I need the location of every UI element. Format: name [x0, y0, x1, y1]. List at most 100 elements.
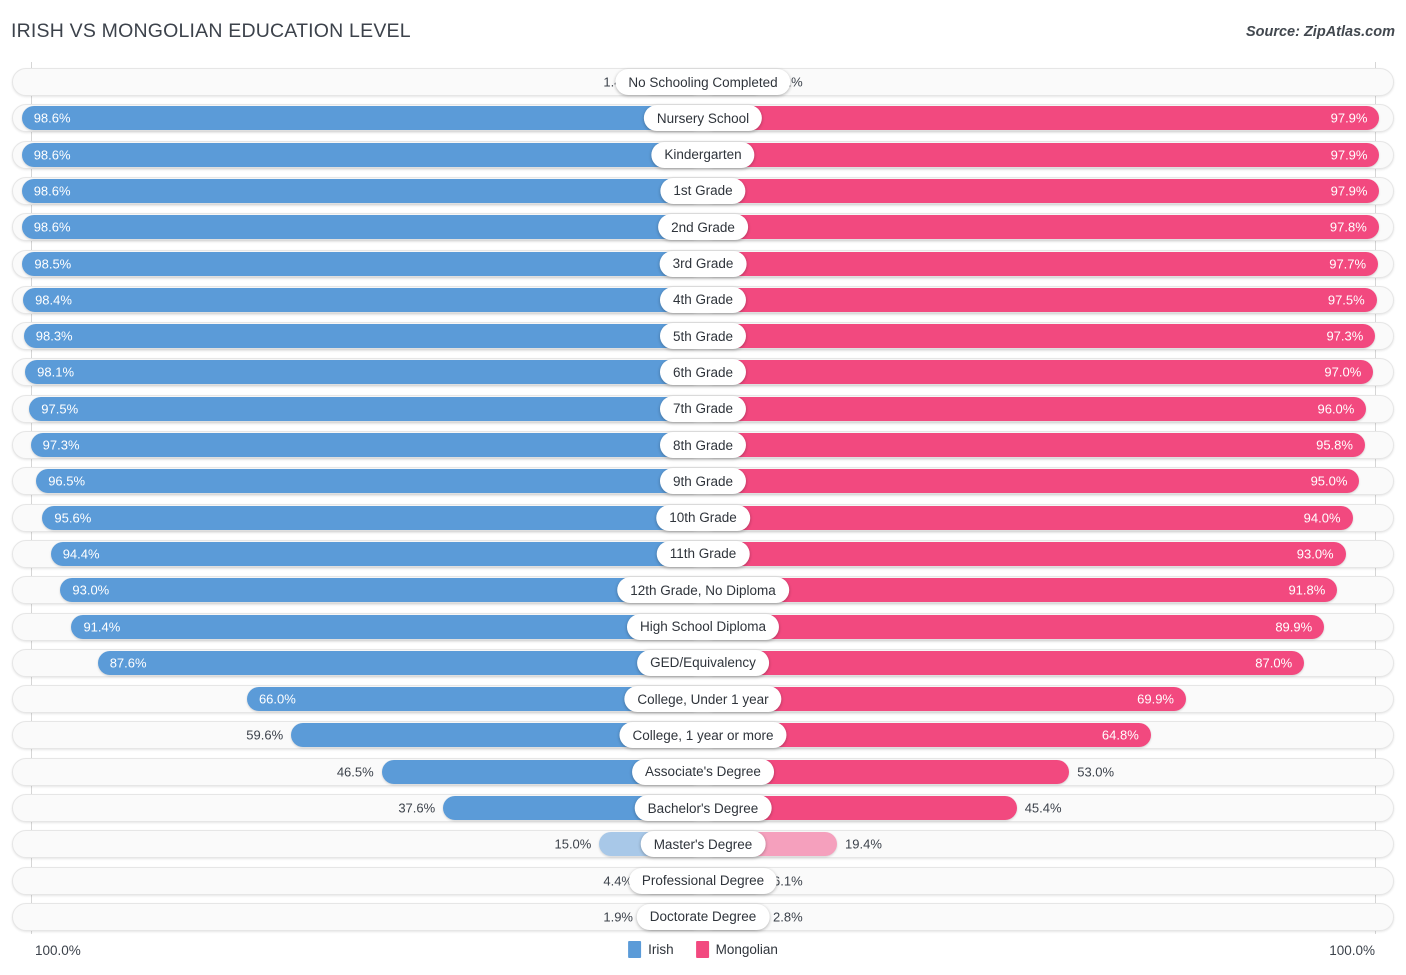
- table-row[interactable]: 94.4% 93.0% 11th Grade: [12, 539, 1394, 568]
- row-label[interactable]: College, Under 1 year: [624, 686, 782, 713]
- bar-irish[interactable]: 97.5%: [29, 396, 703, 421]
- bar-irish[interactable]: 98.6%: [21, 106, 703, 131]
- row-label[interactable]: Bachelor's Degree: [634, 795, 772, 821]
- row-label[interactable]: 5th Grade: [659, 323, 747, 350]
- bar-mongolian[interactable]: 97.0%: [703, 360, 1374, 385]
- row-label[interactable]: 4th Grade: [659, 286, 747, 313]
- row-label[interactable]: GED/Equivalency: [637, 649, 769, 676]
- bar-mongolian[interactable]: 97.7%: [703, 251, 1379, 276]
- row-label[interactable]: Nursery School: [643, 105, 763, 132]
- bar-mongolian[interactable]: 91.8%: [703, 578, 1338, 603]
- bar-irish[interactable]: 96.5%: [36, 469, 703, 494]
- bar-value-mongolian: 69.9%: [1137, 691, 1174, 707]
- row-label[interactable]: 3rd Grade: [659, 250, 747, 277]
- table-row[interactable]: 97.5% 96.0% 7th Grade: [12, 394, 1394, 423]
- table-row[interactable]: 98.6% 97.9% Nursery School: [12, 104, 1394, 133]
- bar-irish[interactable]: 93.0%: [60, 578, 703, 603]
- bar-irish[interactable]: 98.4%: [23, 287, 703, 312]
- bar-irish[interactable]: 95.6%: [42, 505, 703, 530]
- row-label[interactable]: 7th Grade: [659, 395, 747, 422]
- legend-swatch-mongolian-icon: [695, 941, 709, 958]
- bar-mongolian[interactable]: 89.9%: [703, 614, 1325, 639]
- row-label[interactable]: High School Diploma: [626, 613, 780, 640]
- chart-legend: Irish Mongolian: [628, 941, 778, 958]
- bar-irish[interactable]: 98.1%: [25, 360, 703, 385]
- bar-value-mongolian: 87.0%: [1255, 655, 1293, 671]
- row-label[interactable]: 11th Grade: [656, 540, 750, 567]
- bar-value-mongolian: 2.8%: [773, 909, 803, 925]
- bar-irish[interactable]: 94.4%: [50, 541, 703, 566]
- table-row[interactable]: 98.3% 97.3% 5th Grade: [12, 322, 1394, 351]
- table-row[interactable]: 87.6% 87.0% GED/Equivalency: [12, 648, 1394, 677]
- bar-irish[interactable]: 98.5%: [22, 251, 703, 276]
- table-row[interactable]: 46.5% 53.0% Associate's Degree: [12, 757, 1394, 786]
- legend-label: Irish: [648, 942, 674, 957]
- row-label[interactable]: 6th Grade: [659, 359, 747, 386]
- table-row[interactable]: 1.4%2.1%No Schooling Completed: [12, 68, 1394, 96]
- row-label[interactable]: 8th Grade: [659, 432, 747, 458]
- bar-value-mongolian: 97.9%: [1330, 110, 1368, 126]
- row-label[interactable]: 10th Grade: [656, 504, 750, 531]
- row-label[interactable]: Master's Degree: [640, 831, 766, 858]
- bar-irish[interactable]: 98.6%: [21, 178, 703, 203]
- table-row[interactable]: 91.4% 89.9% High School Diploma: [12, 612, 1394, 641]
- bar-mongolian[interactable]: 87.0%: [703, 650, 1305, 675]
- bar-mongolian[interactable]: 96.0%: [703, 396, 1367, 421]
- bar-value-mongolian: 95.8%: [1316, 437, 1353, 453]
- table-row[interactable]: 95.6% 94.0% 10th Grade: [12, 503, 1394, 532]
- bar-mongolian[interactable]: 95.0%: [703, 469, 1360, 494]
- table-row[interactable]: 98.6% 97.9% 1st Grade: [12, 176, 1394, 205]
- bar-value-mongolian: 97.9%: [1330, 183, 1368, 199]
- bar-mongolian[interactable]: 95.8%: [703, 433, 1365, 457]
- table-row[interactable]: 59.6% 64.8% College, 1 year or more: [12, 721, 1394, 750]
- table-row[interactable]: 1.9% 2.8% Doctorate Degree: [12, 902, 1394, 931]
- table-row[interactable]: 98.4% 97.5% 4th Grade: [12, 285, 1394, 314]
- bar-mongolian[interactable]: 97.3%: [703, 324, 1376, 349]
- table-row[interactable]: 93.0% 91.8% 12th Grade, No Diploma: [12, 576, 1394, 605]
- bar-irish[interactable]: 97.3%: [30, 433, 703, 457]
- row-label[interactable]: Kindergarten: [651, 141, 755, 168]
- bar-value-irish: 46.5%: [336, 764, 374, 780]
- table-row[interactable]: 98.6% 97.9% Kindergarten: [12, 140, 1394, 169]
- table-row[interactable]: 98.1% 97.0% 6th Grade: [12, 358, 1394, 387]
- table-row[interactable]: 37.6% 45.4% Bachelor's Degree: [12, 794, 1394, 822]
- row-label[interactable]: Professional Degree: [628, 867, 778, 894]
- table-row[interactable]: 15.0% 19.4% Master's Degree: [12, 830, 1394, 859]
- bar-mongolian[interactable]: 97.9%: [703, 142, 1380, 167]
- bar-mongolian[interactable]: 97.9%: [703, 178, 1380, 203]
- table-row[interactable]: 66.0% 69.9% College, Under 1 year: [12, 685, 1394, 714]
- row-label[interactable]: 1st Grade: [660, 177, 746, 204]
- row-label[interactable]: Associate's Degree: [632, 758, 774, 785]
- row-label[interactable]: 2nd Grade: [658, 214, 748, 241]
- bar-mongolian[interactable]: 94.0%: [703, 505, 1353, 530]
- bar-value-irish: 98.4%: [35, 292, 72, 308]
- legend-item[interactable]: Irish: [628, 941, 674, 958]
- row-label[interactable]: 9th Grade: [659, 468, 747, 495]
- bar-value-mongolian: 93.0%: [1296, 546, 1334, 562]
- bar-mongolian[interactable]: 97.9%: [703, 106, 1380, 131]
- bar-mongolian[interactable]: 97.5%: [703, 287, 1377, 312]
- row-label[interactable]: College, 1 year or more: [619, 722, 787, 749]
- axis-label-right: 100.0%: [1329, 943, 1375, 958]
- row-label[interactable]: No Schooling Completed: [615, 69, 791, 95]
- row-label[interactable]: Doctorate Degree: [636, 903, 770, 930]
- table-row[interactable]: 97.3% 95.8% 8th Grade: [12, 431, 1394, 459]
- bar-mongolian[interactable]: 93.0%: [703, 541, 1346, 566]
- bar-value-irish: 37.6%: [398, 800, 436, 816]
- row-label[interactable]: 12th Grade, No Diploma: [617, 577, 789, 604]
- table-row[interactable]: 98.5% 97.7% 3rd Grade: [12, 249, 1394, 278]
- bar-irish[interactable]: 91.4%: [71, 614, 703, 639]
- bar-irish[interactable]: 98.3%: [23, 324, 703, 349]
- bar-value-mongolian: 97.7%: [1329, 256, 1367, 271]
- bar-irish[interactable]: 98.6%: [21, 215, 703, 240]
- legend-item[interactable]: Mongolian: [695, 941, 778, 958]
- bar-value-irish: 98.3%: [35, 328, 73, 344]
- chart-page: IRISH VS MONGOLIAN EDUCATION LEVEL Sourc…: [0, 0, 1406, 975]
- table-row[interactable]: 98.6% 97.8% 2nd Grade: [12, 213, 1394, 242]
- table-row[interactable]: 96.5% 95.0% 9th Grade: [12, 467, 1394, 496]
- bar-irish[interactable]: 98.6%: [21, 142, 703, 167]
- bar-mongolian[interactable]: 97.8%: [703, 215, 1379, 240]
- bar-value-irish: 94.4%: [62, 546, 100, 562]
- bar-irish[interactable]: 87.6%: [97, 650, 703, 675]
- table-row[interactable]: 4.4% 6.1% Professional Degree: [12, 866, 1394, 895]
